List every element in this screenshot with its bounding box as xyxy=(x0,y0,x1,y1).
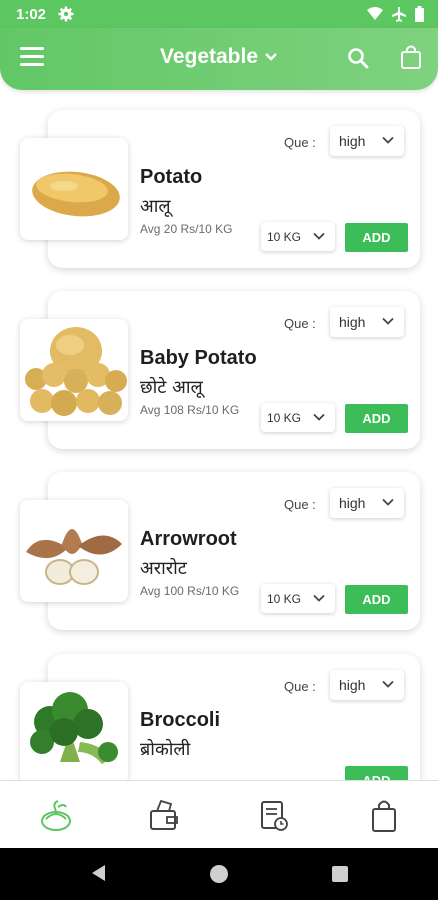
recent-apps-icon[interactable] xyxy=(332,866,348,882)
battery-icon xyxy=(415,6,424,22)
cart-bag-icon[interactable] xyxy=(400,44,422,70)
nav-cart[interactable] xyxy=(364,797,404,835)
wifi-icon xyxy=(367,7,383,20)
app-header: Vegetable xyxy=(0,28,438,90)
chevron-down-icon xyxy=(382,680,394,688)
add-button[interactable]: ADD xyxy=(345,766,408,780)
quality-dropdown[interactable]: high xyxy=(330,126,404,156)
back-icon[interactable] xyxy=(90,864,106,882)
product-local-name: आलू xyxy=(140,196,171,217)
home-icon[interactable] xyxy=(210,865,228,883)
system-navigation-bar xyxy=(0,848,438,900)
add-button[interactable]: ADD xyxy=(345,585,408,614)
chevron-down-icon xyxy=(382,317,394,325)
settings-gear-icon xyxy=(58,6,74,22)
quality-dropdown[interactable]: high xyxy=(330,670,404,700)
product-image-potato xyxy=(20,138,128,240)
quality-value: high xyxy=(339,677,366,693)
que-label: Que : xyxy=(284,679,316,694)
nav-wallet[interactable] xyxy=(144,797,184,835)
product-local-name: ब्रोकोली xyxy=(140,739,191,760)
quantity-dropdown[interactable]: 10 KG xyxy=(261,584,335,613)
vegetable-basket-icon xyxy=(41,800,71,831)
product-image-broccoli xyxy=(20,682,128,780)
quality-dropdown[interactable]: high xyxy=(330,307,404,337)
quantity-value: 10 KG xyxy=(267,230,302,244)
quality-value: high xyxy=(339,495,366,511)
order-history-icon xyxy=(261,801,288,831)
bottom-navigation xyxy=(0,780,438,848)
product-name: Baby Potato xyxy=(140,347,257,369)
product-local-name: छोटे आलू xyxy=(140,377,203,398)
category-dropdown[interactable]: Vegetable xyxy=(139,45,299,69)
product-price: Avg 108 Rs/10 KG xyxy=(140,403,240,417)
quantity-dropdown[interactable]: 10 KG xyxy=(261,222,335,251)
chevron-down-icon xyxy=(313,413,325,421)
product-list[interactable]: Que : high Potato आलू Avg 20 Rs/10 KG 10… xyxy=(0,90,438,780)
product-local-name: अरारोट xyxy=(140,558,187,579)
nav-vegetables[interactable] xyxy=(36,797,76,835)
que-label: Que : xyxy=(284,316,316,331)
quality-value: high xyxy=(339,133,366,149)
chevron-down-icon xyxy=(382,498,394,506)
product-price: Avg 100 Rs/10 KG xyxy=(140,584,240,598)
quantity-dropdown[interactable]: 10 KG xyxy=(261,403,335,432)
shopping-bag-icon xyxy=(372,800,396,832)
product-image-arrowroot xyxy=(20,500,128,602)
nav-order-history[interactable] xyxy=(254,797,294,835)
quality-value: high xyxy=(339,314,366,330)
airplane-mode-icon xyxy=(392,7,406,22)
product-image-baby-potato xyxy=(20,319,128,421)
quality-dropdown[interactable]: high xyxy=(330,488,404,518)
que-label: Que : xyxy=(284,135,316,150)
hamburger-menu-icon[interactable] xyxy=(20,47,44,69)
product-name: Arrowroot xyxy=(140,528,237,550)
chevron-down-icon xyxy=(382,136,394,144)
wallet-icon xyxy=(150,799,178,830)
status-bar: 1:02 xyxy=(0,0,438,28)
product-price: Avg 20 Rs/10 KG xyxy=(140,222,233,236)
add-button[interactable]: ADD xyxy=(345,223,408,252)
quantity-value: 10 KG xyxy=(267,592,302,606)
add-button[interactable]: ADD xyxy=(345,404,408,433)
status-time: 1:02 xyxy=(16,6,47,23)
product-name: Broccoli xyxy=(140,709,221,731)
quantity-value: 10 KG xyxy=(267,411,302,425)
search-icon[interactable] xyxy=(346,46,370,70)
chevron-down-icon xyxy=(313,232,325,240)
chevron-down-icon xyxy=(265,53,277,61)
que-label: Que : xyxy=(284,497,316,512)
category-label: Vegetable xyxy=(159,45,259,68)
product-name: Potato xyxy=(140,166,203,188)
chevron-down-icon xyxy=(313,594,325,602)
